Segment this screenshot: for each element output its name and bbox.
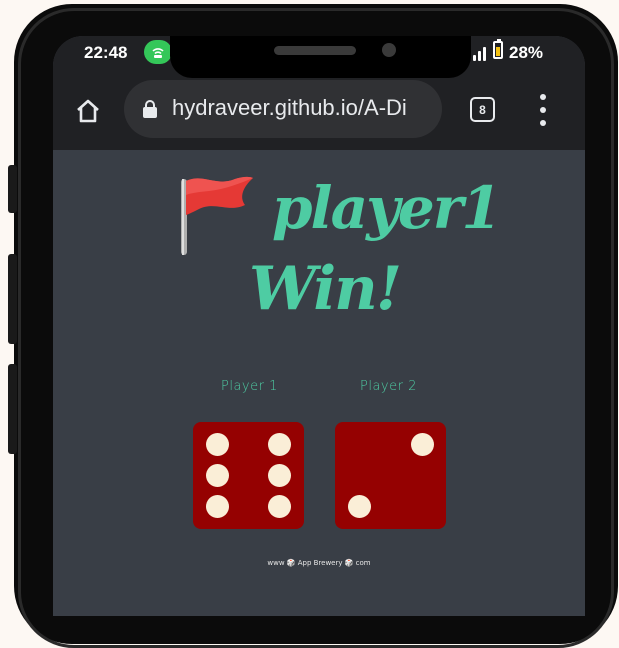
- speaker-grille: [274, 46, 356, 55]
- home-icon[interactable]: [71, 94, 105, 128]
- tabs-icon[interactable]: 8: [470, 97, 495, 122]
- red-flag-icon: [181, 176, 253, 255]
- url-text[interactable]: hydraveer.github.io/A-Di: [172, 95, 434, 121]
- dice-pip: [268, 433, 291, 456]
- dice-pip: [348, 495, 371, 518]
- more-vert-icon[interactable]: [535, 94, 551, 126]
- browser-top-bar: 22:48 28% hydraveer.github.io/A-Di 8: [53, 36, 585, 150]
- player1-label: Player 1: [221, 379, 278, 394]
- phone-volume-down-button: [8, 364, 17, 454]
- dice-pip: [206, 433, 229, 456]
- hotspot-icon: [144, 40, 172, 64]
- phone-side-button: [8, 165, 17, 213]
- phone-volume-up-button: [8, 254, 17, 344]
- camera-notch: [170, 36, 471, 78]
- dice-pip: [268, 495, 291, 518]
- footer-text: www 🎲 App Brewery 🎲 com: [267, 559, 371, 567]
- front-camera: [382, 43, 396, 57]
- signal-icon: [473, 44, 491, 61]
- dice-pip: [411, 433, 434, 456]
- battery-icon: [493, 39, 503, 59]
- dice-pip: [206, 495, 229, 518]
- winner-name: player1: [272, 174, 502, 242]
- address-bar[interactable]: hydraveer.github.io/A-Di: [124, 80, 442, 138]
- player2-label: Player 2: [360, 379, 417, 394]
- win-text: Win!: [249, 254, 402, 324]
- lock-icon[interactable]: [142, 99, 158, 119]
- player2-dice: [335, 422, 446, 529]
- phone-screen: 22:48 28% hydraveer.github.io/A-Di 8 pla…: [53, 36, 585, 616]
- dice-pip: [206, 464, 229, 487]
- status-time: 22:48: [84, 43, 128, 62]
- status-bar: 22:48 28%: [53, 36, 585, 78]
- player1-dice: [193, 422, 304, 529]
- battery-percent: 28%: [509, 43, 544, 62]
- dice-pip: [268, 464, 291, 487]
- tab-count: 8: [479, 102, 486, 117]
